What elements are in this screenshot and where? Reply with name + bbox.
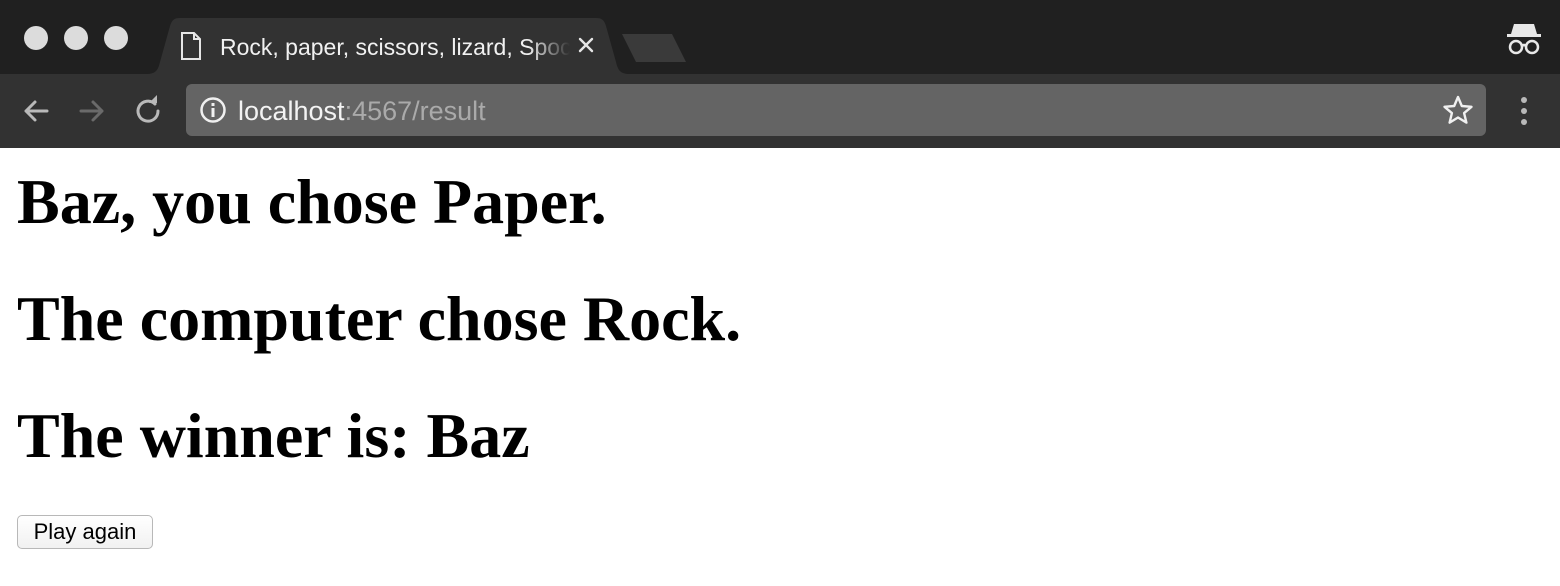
browser-titlebar: Rock, paper, scissors, lizard, Spock xyxy=(0,0,1560,74)
url-host: localhost xyxy=(238,96,345,126)
window-zoom-button[interactable] xyxy=(104,26,128,50)
address-bar[interactable]: localhost:4567/result xyxy=(186,84,1486,136)
url-text[interactable]: localhost:4567/result xyxy=(238,95,486,127)
browser-toolbar: localhost:4567/result xyxy=(0,74,1560,148)
page-content: Baz, you chose Paper. The computer chose… xyxy=(0,148,1560,586)
info-icon[interactable] xyxy=(199,96,227,124)
tab-title: Rock, paper, scissors, lizard, Spock xyxy=(220,34,570,60)
player-choice-heading: Baz, you chose Paper. xyxy=(17,166,607,237)
back-arrow-icon[interactable] xyxy=(19,94,53,128)
kebab-menu-icon[interactable] xyxy=(1512,96,1536,126)
window-minimize-button[interactable] xyxy=(64,26,88,50)
page-icon xyxy=(181,32,201,60)
close-icon[interactable] xyxy=(576,35,596,55)
star-icon[interactable] xyxy=(1442,95,1474,125)
incognito-icon xyxy=(1507,24,1541,55)
browser-tab[interactable]: Rock, paper, scissors, lizard, Spock xyxy=(146,18,630,74)
play-again-button[interactable]: Play again xyxy=(17,515,153,549)
new-tab-button[interactable] xyxy=(618,34,688,64)
window-close-button[interactable] xyxy=(24,26,48,50)
forward-arrow-icon[interactable] xyxy=(75,94,109,128)
url-path: :4567/result xyxy=(344,96,486,126)
computer-choice-heading: The computer chose Rock. xyxy=(17,283,742,354)
winner-heading: The winner is: Baz xyxy=(17,400,530,471)
reload-icon[interactable] xyxy=(131,94,165,128)
